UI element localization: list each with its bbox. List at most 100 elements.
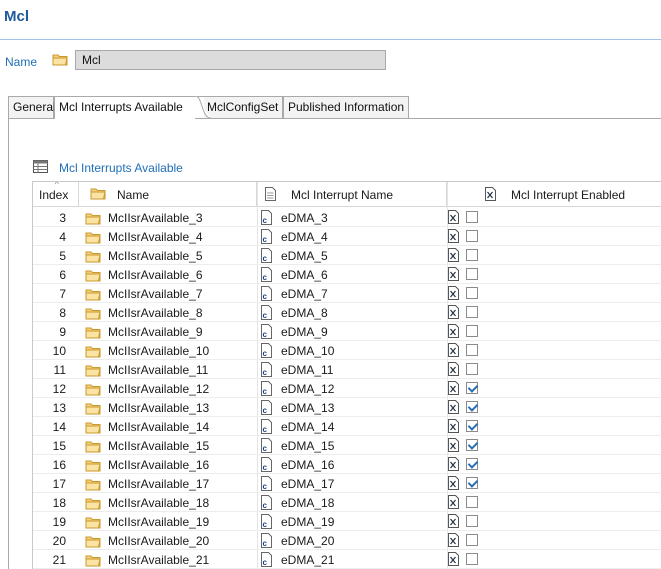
table-row[interactable]: 18 McIIsrAvailable_18 c eDMA_18: [33, 493, 661, 512]
svg-text:c: c: [263, 273, 268, 282]
folder-icon: [90, 187, 106, 203]
boolean-x-icon: [448, 286, 459, 303]
column-header-name[interactable]: Name: [79, 182, 257, 207]
interrupt-enabled-checkbox[interactable]: [466, 458, 478, 470]
boolean-x-icon: [448, 476, 459, 493]
row-index: 16: [52, 458, 66, 472]
interrupt-enabled-checkbox[interactable]: [466, 344, 478, 356]
table-row[interactable]: 19 McIIsrAvailable_19 c eDMA_19: [33, 512, 661, 531]
row-name: McIIsrAvailable_21: [108, 553, 210, 567]
editor-title: Mcl: [4, 8, 30, 25]
svg-text:c: c: [263, 254, 268, 263]
interrupt-enabled-checkbox[interactable]: [466, 306, 478, 318]
svg-text:c: c: [263, 501, 268, 510]
svg-text:c: c: [263, 482, 268, 491]
svg-text:c: c: [263, 558, 268, 567]
table-row[interactable]: 17 McIIsrAvailable_17 c eDMA_17: [33, 474, 661, 493]
column-header-index[interactable]: ^ Index: [33, 182, 79, 207]
table-row[interactable]: 13 McIIsrAvailable_13 c eDMA_13: [33, 398, 661, 417]
folder-icon: [85, 307, 101, 323]
c-file-icon: c: [261, 229, 273, 247]
table-row[interactable]: 11 McIIsrAvailable_11 c eDMA_11: [33, 360, 661, 379]
boolean-x-icon: [485, 187, 496, 204]
row-name: McIIsrAvailable_16: [108, 458, 210, 472]
interrupt-enabled-checkbox[interactable]: [466, 363, 478, 375]
interrupt-enabled-checkbox[interactable]: [466, 420, 478, 432]
tab-general[interactable]: General: [8, 96, 56, 118]
interrupt-enabled-checkbox[interactable]: [466, 325, 478, 337]
tab-mclconfigset[interactable]: MclConfigSet: [203, 96, 283, 118]
table-row[interactable]: 20 McIIsrAvailable_20 c eDMA_20: [33, 531, 661, 550]
interrupt-enabled-checkbox[interactable]: [466, 496, 478, 508]
interrupt-enabled-checkbox[interactable]: [466, 401, 478, 413]
interrupt-enabled-checkbox[interactable]: [466, 382, 478, 394]
table-row[interactable]: 14 McIIsrAvailable_14 c eDMA_14: [33, 417, 661, 436]
row-index: 10: [52, 344, 66, 358]
row-index: 20: [52, 534, 66, 548]
table-row[interactable]: 21 McIIsrAvailable_21 c eDMA_21: [33, 550, 661, 569]
folder-icon: [85, 288, 101, 304]
interrupt-enabled-checkbox[interactable]: [466, 211, 478, 223]
row-name: McIIsrAvailable_19: [108, 515, 210, 529]
interrupt-enabled-checkbox[interactable]: [466, 268, 478, 280]
boolean-x-icon: [448, 210, 459, 227]
c-file-icon: c: [261, 552, 273, 569]
table-row[interactable]: 3 McIIsrAvailable_3 c eDMA_3: [33, 208, 661, 227]
interrupt-enabled-checkbox[interactable]: [466, 477, 478, 489]
boolean-x-icon: [448, 419, 459, 436]
interrupt-enabled-checkbox[interactable]: [466, 515, 478, 527]
row-name: McIIsrAvailable_4: [108, 230, 203, 244]
folder-icon: [85, 440, 101, 456]
interrupt-enabled-checkbox[interactable]: [466, 439, 478, 451]
folder-icon: [85, 516, 101, 532]
folder-icon: [52, 53, 68, 69]
interrupt-enabled-checkbox[interactable]: [466, 230, 478, 242]
svg-text:c: c: [263, 520, 268, 529]
table-row[interactable]: 4 McIIsrAvailable_4 c eDMA_4: [33, 227, 661, 246]
interrupt-enabled-checkbox[interactable]: [466, 287, 478, 299]
table-row[interactable]: 5 McIIsrAvailable_5 c eDMA_5: [33, 246, 661, 265]
row-interrupt-name: eDMA_20: [281, 534, 335, 548]
boolean-x-icon: [448, 267, 459, 284]
row-interrupt-name: eDMA_14: [281, 420, 335, 434]
row-interrupt-name: eDMA_5: [281, 249, 328, 263]
folder-icon: [85, 535, 101, 551]
row-name: McIIsrAvailable_7: [108, 287, 203, 301]
svg-text:c: c: [263, 387, 268, 396]
c-file-icon: c: [261, 267, 273, 285]
name-field[interactable]: Mcl: [75, 50, 386, 70]
c-file-icon: c: [261, 514, 273, 532]
c-file-icon: c: [261, 305, 273, 323]
boolean-x-icon: [448, 305, 459, 322]
interrupt-enabled-checkbox[interactable]: [466, 553, 478, 565]
table-row[interactable]: 9 McIIsrAvailable_9 c eDMA_9: [33, 322, 661, 341]
row-name: McIIsrAvailable_6: [108, 268, 203, 282]
row-name: McIIsrAvailable_13: [108, 401, 210, 415]
table-row[interactable]: 7 McIIsrAvailable_7 c eDMA_7: [33, 284, 661, 303]
interrupt-enabled-checkbox[interactable]: [466, 534, 478, 546]
boolean-x-icon: [448, 381, 459, 398]
interrupt-enabled-checkbox[interactable]: [466, 249, 478, 261]
boolean-x-icon: [448, 514, 459, 531]
column-header-interrupt-enabled[interactable]: Mcl Interrupt Enabled: [447, 182, 661, 207]
table-row[interactable]: 16 McIIsrAvailable_16 c eDMA_16: [33, 455, 661, 474]
tab-published-information[interactable]: Published Information: [283, 96, 409, 118]
svg-text:c: c: [263, 425, 268, 434]
table-row[interactable]: 15 McIIsrAvailable_15 c eDMA_15: [33, 436, 661, 455]
row-index: 6: [59, 268, 66, 282]
table-row[interactable]: 10 McIIsrAvailable_10 c eDMA_10: [33, 341, 661, 360]
folder-icon: [85, 421, 101, 437]
c-file-icon: c: [261, 362, 273, 380]
row-index: 21: [52, 553, 66, 567]
tab-mcl-interrupts-available[interactable]: Mcl Interrupts Available: [54, 96, 204, 119]
table-row[interactable]: 8 McIIsrAvailable_8 c eDMA_8: [33, 303, 661, 322]
column-header-interrupt-name[interactable]: Mcl Interrupt Name: [257, 182, 447, 207]
row-interrupt-name: eDMA_4: [281, 230, 328, 244]
table-icon: [33, 160, 48, 176]
row-name: McIIsrAvailable_10: [108, 344, 210, 358]
row-name: McIIsrAvailable_9: [108, 325, 203, 339]
table-row[interactable]: 6 McIIsrAvailable_6 c eDMA_6: [33, 265, 661, 284]
boolean-x-icon: [448, 552, 459, 569]
table-row[interactable]: 12 McIIsrAvailable_12 c eDMA_12: [33, 379, 661, 398]
boolean-x-icon: [448, 438, 459, 455]
